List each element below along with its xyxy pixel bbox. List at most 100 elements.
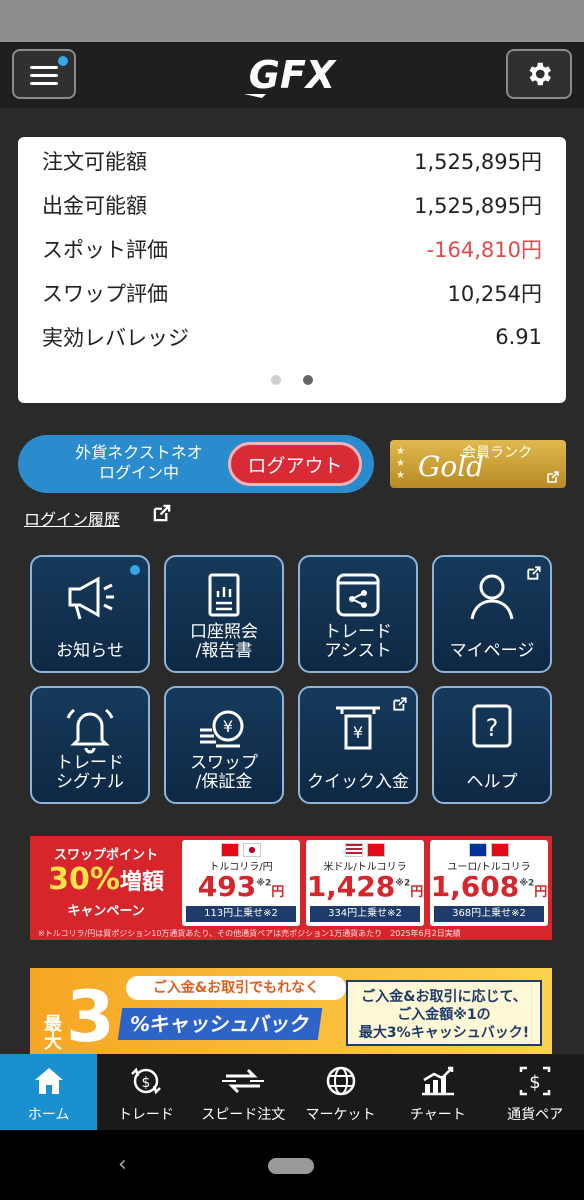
row-value: -164,810円: [426, 238, 542, 262]
tile-account-reports[interactable]: 口座照会 /報告書: [164, 555, 284, 673]
row-label: スポット評価: [42, 238, 168, 262]
account-row: スワップ評価 10,254円: [42, 271, 542, 315]
cashback-line: ご入金&お取引に応じて、: [361, 989, 527, 1005]
menu-icon: [30, 66, 58, 69]
tab-market[interactable]: マーケット: [292, 1054, 389, 1130]
tile-trade-assist[interactable]: トレード アシスト: [298, 555, 418, 673]
cashback-details: ご入金&お取引に応じて、 ご入金額※1の 最大3%キャッシュバック!: [346, 980, 542, 1046]
tab-speed-order[interactable]: スピード注文: [195, 1054, 292, 1130]
login-state: ログイン中: [98, 463, 179, 482]
account-row: スポット評価 -164,810円: [42, 227, 542, 271]
row-value: 1,525,895円: [414, 150, 542, 174]
cashback-campaign-banner[interactable]: 最大 3 ご入金&お取引でもれなく %キャッシュバック ご入金&お取引に応じて、…: [30, 968, 552, 1054]
bell-icon: [66, 708, 114, 754]
japan-flag-icon: [243, 843, 261, 857]
swap-campaign-banner[interactable]: スワップポイント 30%増額 キャンペーン トルコリラ/円 493※2円 113…: [30, 836, 552, 940]
pair-note: ※2: [519, 878, 535, 889]
pair-note: ※2: [256, 878, 272, 889]
app-header: GFX: [0, 42, 584, 108]
tile-label: マイページ: [449, 641, 535, 661]
tile-label: トレード シグナル: [56, 753, 124, 792]
row-label: 注文可能額: [42, 150, 147, 174]
page-indicator[interactable]: [18, 375, 566, 385]
turkey-flag-icon: [491, 843, 509, 857]
tab-label: ホーム: [27, 1107, 70, 1123]
pair-foot: 334円上乗せ※2: [310, 906, 420, 922]
pair-price: 493: [197, 870, 257, 903]
help-icon: ?: [472, 704, 512, 748]
campaign-percent: 30%: [48, 862, 120, 897]
svg-text:$: $: [141, 1075, 150, 1091]
login-status: 外貨ネクストネオ ログイン中 ログアウト: [18, 435, 374, 493]
currency-pair-card: ユーロ/トルコリラ 1,608※2円 368円上乗せ※2: [430, 840, 548, 926]
currency-pair-card: 米ドル/トルコリラ 1,428※2円 334円上乗せ※2: [306, 840, 424, 926]
currency-pair-icon: $: [519, 1066, 551, 1096]
back-button[interactable]: ‹: [118, 1152, 127, 1177]
pair-unit: 円: [534, 885, 548, 900]
tab-currency-pair[interactable]: $ 通貨ペア: [486, 1054, 583, 1130]
page-dot-active[interactable]: [303, 375, 313, 385]
cashback-percent: 3: [66, 976, 115, 1054]
home-icon: [34, 1068, 63, 1094]
tile-trade-signal[interactable]: トレード シグナル: [30, 686, 150, 804]
home-pill[interactable]: [268, 1158, 314, 1174]
tile-label: 口座照会 /報告書: [190, 622, 258, 661]
atm-icon: ¥: [336, 706, 380, 750]
usa-flag-icon: [345, 843, 363, 857]
banner-footnote: ※トルコリラ/円は買ポジション10万通貨あたり、その他通貨ペアは売ポジション1万…: [38, 929, 461, 938]
cashback-headline: ご入金&お取引でもれなく: [126, 976, 346, 1000]
tab-chart[interactable]: チャート: [389, 1054, 486, 1130]
row-label: スワップ評価: [42, 282, 168, 306]
eu-flag-icon: [469, 843, 487, 857]
turkey-flag-icon: [221, 843, 239, 857]
member-rank-badge[interactable]: ★ ★ ★ 会員ランク Gold: [390, 440, 566, 488]
menu-icon-bar: [30, 74, 58, 77]
share-icon: [336, 573, 380, 617]
tab-label: スピード注文: [201, 1107, 286, 1123]
account-row: 注文可能額 1,525,895円: [42, 139, 542, 183]
campaign-increase: 増額: [119, 870, 164, 895]
account-summary-card[interactable]: 注文可能額 1,525,895円 出金可能額 1,525,895円 スポット評価…: [18, 137, 566, 403]
campaign-title: スワップポイント 30%増額 キャンペーン: [36, 844, 176, 919]
tab-trade[interactable]: $ トレード: [97, 1054, 194, 1130]
gear-icon: [529, 62, 551, 86]
external-link-icon[interactable]: [152, 503, 172, 523]
settings-button[interactable]: [506, 49, 572, 99]
login-status-text: 外貨ネクストネオ ログイン中: [54, 443, 224, 483]
svg-text:¥: ¥: [353, 723, 363, 742]
logout-button[interactable]: ログアウト: [228, 442, 362, 486]
tile-my-page[interactable]: マイページ: [432, 555, 552, 673]
account-row: 出金可能額 1,525,895円: [42, 183, 542, 227]
bottom-tab-bar: ホーム $ トレード スピード注文 マーケット チャート $ 通貨ペア: [0, 1054, 584, 1130]
star-icon: ★ ★ ★: [396, 446, 405, 481]
menu-button[interactable]: [12, 49, 76, 99]
login-history-link[interactable]: ログイン履歴: [24, 506, 120, 530]
tile-label: クイック入金: [307, 772, 409, 792]
row-label: 実効レバレッジ: [42, 326, 189, 350]
tile-notices[interactable]: お知らせ: [30, 555, 150, 673]
svg-text:$: $: [529, 1072, 540, 1093]
tile-quick-deposit[interactable]: ¥ クイック入金: [298, 686, 418, 804]
tile-help[interactable]: ? ヘルプ: [432, 686, 552, 804]
page-dot[interactable]: [271, 375, 281, 385]
report-icon: [208, 573, 240, 617]
tab-home[interactable]: ホーム: [0, 1054, 98, 1130]
status-bar: [0, 0, 584, 42]
tab-label: トレード: [117, 1107, 174, 1123]
pair-unit: 円: [410, 885, 424, 900]
tab-label: 通貨ペア: [507, 1107, 564, 1123]
pair-note: ※2: [395, 878, 411, 889]
system-nav-bar: ‹: [0, 1130, 584, 1200]
pair-price: 1,428: [306, 870, 396, 903]
campaign-label: キャンペーン: [67, 904, 145, 919]
globe-icon: [326, 1066, 355, 1096]
pair-foot: 368円上乗せ※2: [434, 906, 544, 922]
svg-text:?: ?: [486, 714, 499, 742]
tile-label: お知らせ: [56, 641, 124, 661]
campaign-title-text: スワップポイント: [53, 848, 158, 863]
pair-price: 1,608: [430, 870, 520, 903]
row-value: 1,525,895円: [414, 194, 542, 218]
chart-icon: [421, 1066, 454, 1096]
tile-swap-margin[interactable]: ¥ スワップ /保証金: [164, 686, 284, 804]
svg-text:GFX: GFX: [249, 53, 337, 97]
